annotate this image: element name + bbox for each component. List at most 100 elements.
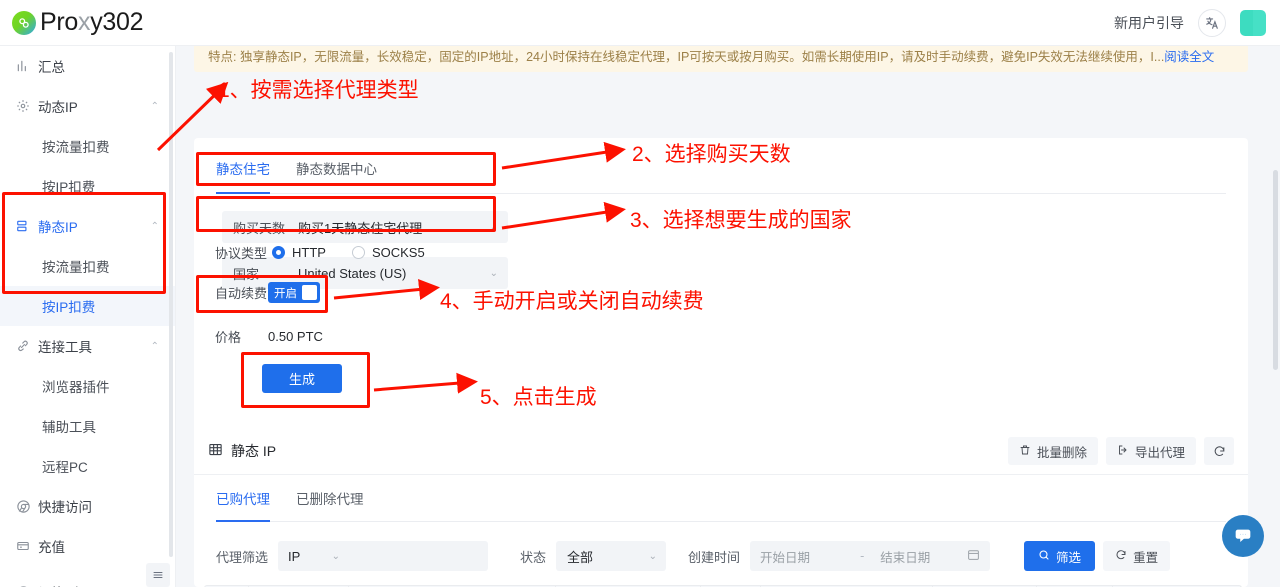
trash-icon bbox=[1019, 444, 1031, 459]
sidebar-item-label: 按流量扣费 bbox=[42, 140, 110, 155]
sidebar-nav: 汇总 动态IP ⌃ 按流量扣费 按IP扣费 静态IP ⌃ 按流量扣费 按IP扣费… bbox=[0, 46, 176, 587]
sidebar-item-label: 按IP扣费 bbox=[42, 180, 96, 195]
tab-static-datacenter[interactable]: 静态数据中心 bbox=[296, 158, 377, 193]
refresh-icon bbox=[1115, 549, 1127, 564]
sidebar-item-label: 汇总 bbox=[38, 60, 65, 75]
price-label: 价格 bbox=[215, 330, 242, 345]
sidebar-item-recharge[interactable]: 充值 bbox=[0, 526, 175, 566]
chat-bubble-icon[interactable] bbox=[1222, 515, 1264, 557]
tab-deleted-proxies[interactable]: 已删除代理 bbox=[296, 488, 364, 521]
header-right-group: 新用户引导 bbox=[1114, 8, 1266, 37]
sidebar-item-static-traffic-billing[interactable]: 按流量扣费 bbox=[0, 246, 175, 286]
sidebar-item-browser-extension[interactable]: 浏览器插件 bbox=[0, 366, 175, 406]
date-range-picker[interactable]: 开始日期 - 结束日期 bbox=[750, 541, 991, 571]
chrome-icon bbox=[16, 499, 38, 514]
price-row: 价格 0.50 PTC bbox=[204, 327, 323, 346]
proxy-filter-input[interactable] bbox=[348, 541, 489, 571]
sidebar-item-label: 动态IP bbox=[38, 100, 78, 115]
static-ip-list-card: 静态 IP 批量删除 导出代理 已购代理 已删除代理 代理筛选 IP ⌄ 状态 … bbox=[194, 428, 1248, 587]
protocol-type-row: 协议类型 HTTP SOCKS5 bbox=[204, 243, 425, 262]
radio-socks5[interactable]: SOCKS5 bbox=[351, 245, 425, 260]
end-date-placeholder: 结束日期 bbox=[880, 550, 931, 565]
sidebar-scrollbar[interactable] bbox=[169, 52, 173, 557]
start-date-placeholder: 开始日期 bbox=[760, 550, 811, 565]
chevron-up-icon: ⌃ bbox=[150, 100, 159, 112]
status-value: 全部 bbox=[567, 549, 594, 565]
calendar-icon bbox=[967, 548, 980, 564]
sidebar-item-label: 辅助工具 bbox=[42, 420, 96, 435]
tab-purchased-proxies[interactable]: 已购代理 bbox=[216, 488, 270, 522]
chevron-up-icon: ⌃ bbox=[150, 340, 159, 352]
sidebar-item-remote-pc[interactable]: 远程PC bbox=[0, 446, 175, 486]
sidebar-item-label: 远程PC bbox=[42, 460, 88, 475]
radio-socks5-label: SOCKS5 bbox=[371, 245, 425, 260]
sidebar-item-label: 充值 bbox=[38, 540, 65, 555]
radio-http-label: HTTP bbox=[292, 245, 326, 260]
proxy-filter-type-select[interactable]: IP ⌄ bbox=[278, 541, 349, 571]
sidebar-item-static-ip[interactable]: 静态IP ⌃ bbox=[0, 206, 175, 246]
search-icon bbox=[1038, 549, 1050, 564]
sidebar-item-dynamic-traffic-billing[interactable]: 按流量扣费 bbox=[0, 126, 175, 166]
export-proxy-button[interactable]: 导出代理 bbox=[1105, 437, 1196, 465]
sidebar-item-quick-access[interactable]: 快捷访问 bbox=[0, 486, 175, 526]
collapse-sidebar-icon[interactable] bbox=[146, 563, 170, 587]
filter-button[interactable]: 筛选 bbox=[1024, 541, 1096, 571]
batch-delete-button[interactable]: 批量删除 bbox=[1007, 437, 1098, 465]
read-full-link[interactable]: 阅读全文 bbox=[1164, 46, 1214, 65]
sidebar-item-label: 切换到302.AI bbox=[38, 582, 118, 587]
sidebar-item-helper-tools[interactable]: 辅助工具 bbox=[0, 406, 175, 446]
status-label: 状态 bbox=[520, 549, 547, 565]
sidebar-item-label: 浏览器插件 bbox=[42, 380, 110, 395]
proxy-type-tabs: 静态住宅 静态数据中心 bbox=[216, 158, 1226, 194]
avatar[interactable] bbox=[1240, 9, 1266, 36]
batch-delete-label: 批量删除 bbox=[1036, 445, 1087, 460]
logo-badge-icon bbox=[12, 10, 36, 35]
purchase-days-select[interactable]: 购买1天静态住宅代理 ⌄ bbox=[286, 211, 508, 243]
sidebar-item-static-ip-billing[interactable]: 按IP扣费 bbox=[0, 286, 175, 326]
server-icon bbox=[16, 219, 38, 233]
export-icon bbox=[1117, 444, 1129, 459]
sidebar-item-summary[interactable]: 汇总 bbox=[0, 46, 175, 86]
export-proxy-label: 导出代理 bbox=[1134, 445, 1185, 460]
logo-text: Proxy302 bbox=[40, 8, 144, 36]
filter-button-label: 筛选 bbox=[1056, 550, 1082, 565]
radio-unselected-icon bbox=[351, 246, 365, 259]
sidebar-item-label: 静态IP bbox=[38, 220, 78, 235]
wallet-icon bbox=[16, 539, 38, 553]
chevron-down-icon: ⌄ bbox=[489, 221, 498, 233]
tab-static-residential[interactable]: 静态住宅 bbox=[216, 158, 270, 194]
top-header-bar: Proxy302 新用户引导 bbox=[0, 0, 1280, 46]
chevron-down-icon: ⌄ bbox=[648, 550, 658, 562]
gear-icon bbox=[16, 99, 38, 113]
sidebar-item-dynamic-ip[interactable]: 动态IP ⌃ bbox=[0, 86, 175, 126]
date-separator: - bbox=[860, 549, 865, 563]
filter-toolbar: 代理筛选 IP ⌄ 状态 全部 ⌄ 创建时间 开始日期 - 结束日期 筛选 重置 bbox=[216, 541, 1171, 571]
refresh-icon[interactable] bbox=[1204, 437, 1234, 465]
main-scrollbar[interactable] bbox=[1273, 170, 1278, 370]
list-action-buttons: 批量删除 导出代理 bbox=[1007, 437, 1234, 465]
chevron-down-icon: ⌄ bbox=[489, 267, 498, 279]
purchase-days-label: 购买天数 bbox=[222, 211, 286, 243]
sidebar-item-dynamic-ip-billing[interactable]: 按IP扣费 bbox=[0, 166, 175, 206]
radio-selected-icon bbox=[272, 246, 285, 259]
table-icon bbox=[208, 442, 223, 460]
status-select[interactable]: 全部 ⌄ bbox=[556, 541, 667, 571]
toggle-knob bbox=[302, 285, 317, 300]
app-logo[interactable]: Proxy302 bbox=[12, 8, 144, 37]
list-title-group: 静态 IP bbox=[208, 441, 276, 461]
feature-notice-banner: 特点: 独享静态IP，无限流量，长效稳定，固定的IP地址，24小时保持在线稳定代… bbox=[194, 46, 1248, 72]
proxy-status-tabs: 已购代理 已删除代理 bbox=[216, 488, 1226, 522]
sidebar-item-label: 快捷访问 bbox=[38, 500, 92, 515]
new-user-guide-link[interactable]: 新用户引导 bbox=[1114, 13, 1184, 33]
generate-button[interactable]: 生成 bbox=[262, 364, 342, 393]
chevron-up-icon: ⌃ bbox=[150, 220, 159, 232]
translate-icon[interactable] bbox=[1198, 8, 1226, 37]
list-card-header: 静态 IP 批量删除 导出代理 bbox=[194, 428, 1248, 475]
sidebar-item-connection-tools[interactable]: 连接工具 ⌃ bbox=[0, 326, 175, 366]
reset-button[interactable]: 重置 bbox=[1103, 541, 1171, 571]
radio-http[interactable]: HTTP bbox=[272, 245, 326, 260]
purchase-days-row: 购买天数 购买1天静态住宅代理 ⌄ bbox=[222, 211, 508, 243]
purchase-card: 静态住宅 静态数据中心 购买天数 购买1天静态住宅代理 ⌄ 国家 United … bbox=[194, 138, 1248, 460]
create-time-label: 创建时间 bbox=[688, 549, 741, 565]
auto-renew-toggle[interactable]: 开启 bbox=[268, 282, 320, 303]
